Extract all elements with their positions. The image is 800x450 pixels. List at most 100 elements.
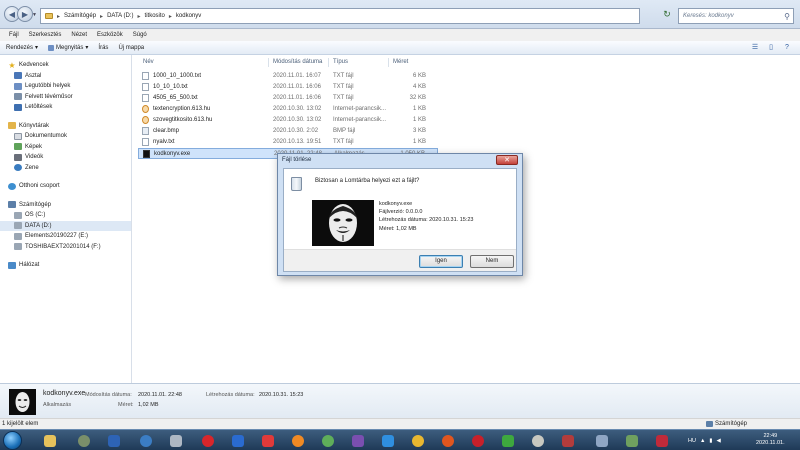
clock-time: 22:49 — [763, 433, 778, 439]
file-row[interactable]: textencryption.613.hu 2020.10.30. 13:02 … — [138, 104, 438, 115]
breadcrumb-separator-icon[interactable]: ▸ — [169, 13, 172, 20]
menu-view[interactable]: Nézet — [66, 29, 92, 41]
column-divider[interactable] — [328, 58, 329, 67]
close-button[interactable]: ✕ — [496, 155, 518, 165]
volume-icon[interactable]: ◀ — [716, 438, 720, 444]
breadcrumb-separator-icon[interactable]: ▸ — [100, 13, 103, 20]
nav-drive-d[interactable]: DATA (D:) — [0, 220, 131, 231]
app7-icon — [596, 434, 608, 447]
yes-button[interactable]: Igen — [419, 255, 463, 268]
new-folder-button[interactable]: Új mappa — [118, 45, 144, 51]
nav-drive-c[interactable]: OS (C:) — [0, 210, 131, 221]
app5-taskbar-button[interactable] — [526, 432, 550, 449]
mc-taskbar-button[interactable] — [226, 432, 250, 449]
nav-pictures[interactable]: Képek — [0, 142, 131, 153]
nav-drive-d-label: DATA (D:) — [25, 222, 52, 229]
app2-taskbar-button[interactable] — [316, 432, 340, 449]
nav-drive-e[interactable]: Elements20190227 (E:) — [0, 231, 131, 242]
burn-button[interactable]: Írás — [98, 45, 108, 51]
chrome-icon — [412, 434, 424, 447]
explorer-taskbar-button[interactable] — [38, 432, 62, 449]
column-type[interactable]: Típus — [333, 59, 348, 65]
media-taskbar-button[interactable] — [72, 432, 96, 449]
file-row[interactable]: 10_10_10.txt 2020.11.01. 16:06 TXT fájl … — [138, 82, 438, 93]
nav-videos[interactable]: Videók — [0, 152, 131, 163]
nav-libraries[interactable]: Könyvtárak — [0, 121, 131, 132]
details-size-value: 1,02 MB — [138, 402, 159, 408]
nav-recent-places[interactable]: Legutóbbi helyek — [0, 81, 131, 92]
file-row[interactable]: clear.bmp 2020.10.30. 2:02 BMP fájl 3 KB — [138, 126, 438, 137]
breadcrumb-drive[interactable]: DATA (D:) — [107, 13, 133, 19]
details-created-label: Létrehozás dátuma: — [206, 392, 255, 398]
nav-documents[interactable]: Dokumentumok — [0, 131, 131, 142]
no-button[interactable]: Nem — [470, 255, 514, 268]
app7-taskbar-button[interactable] — [590, 432, 614, 449]
app6-taskbar-button[interactable] — [556, 432, 580, 449]
view-options-icon[interactable]: ☰ — [750, 43, 760, 52]
column-name[interactable]: Név — [143, 59, 154, 65]
menu-file[interactable]: Fájl — [4, 29, 24, 41]
file-type: TXT fájl — [333, 95, 354, 101]
nav-music[interactable]: Zene — [0, 163, 131, 174]
opera2-taskbar-button[interactable] — [466, 432, 490, 449]
preview-pane-icon[interactable]: ▯ — [766, 43, 776, 52]
menu-help[interactable]: Súgó — [128, 29, 152, 41]
column-divider[interactable] — [268, 58, 269, 67]
column-divider[interactable] — [388, 58, 389, 67]
vs-taskbar-button[interactable] — [346, 432, 370, 449]
drive-icon — [14, 222, 22, 230]
file-row[interactable]: 1000_10_1000.txt 2020.11.01. 16:07 TXT f… — [138, 71, 438, 82]
breadcrumb-separator-icon[interactable]: ▸ — [57, 13, 60, 20]
column-modified[interactable]: Módosítás dátuma — [273, 59, 322, 65]
selection-count: 1 kijelölt elem — [2, 421, 39, 427]
address-field[interactable]: ▸ Számítógép ▸ DATA (D:) ▸ titkosito ▸ k… — [40, 8, 640, 24]
file-row[interactable]: 4505_65_500.txt 2020.11.01. 16:06 TXT fá… — [138, 93, 438, 104]
search-placeholder: Keresés: kodkonyv — [683, 13, 734, 19]
start-button[interactable] — [3, 431, 22, 450]
text-file-icon — [142, 72, 149, 80]
help-icon[interactable]: ? — [782, 43, 792, 52]
calculator-taskbar-button[interactable] — [164, 432, 188, 449]
refresh-icon[interactable]: ↻ — [660, 9, 674, 23]
firefox-taskbar-button[interactable] — [286, 432, 310, 449]
menu-edit[interactable]: Szerkesztés — [24, 29, 67, 41]
app4-taskbar-button[interactable] — [436, 432, 460, 449]
breadcrumb-folder[interactable]: titkosito — [145, 13, 165, 19]
open-button[interactable]: Megnyitás ▾ — [48, 44, 88, 51]
app3-taskbar-button[interactable] — [376, 432, 400, 449]
search-input[interactable]: Keresés: kodkonyv ⚲ — [678, 8, 794, 24]
file-row[interactable]: szovegtitkosito.613.hu 2020.10.30. 13:02… — [138, 115, 438, 126]
menu-tools[interactable]: Eszközök — [92, 29, 128, 41]
nav-network[interactable]: Hálózat — [0, 260, 131, 271]
history-dropdown-icon[interactable]: ▼ — [32, 12, 37, 18]
utorrent-icon — [502, 434, 514, 447]
nav-computer[interactable]: Számítógép — [0, 200, 131, 211]
app8-taskbar-button[interactable] — [620, 432, 644, 449]
bluetooth-taskbar-button[interactable] — [102, 432, 126, 449]
forward-button[interactable]: ▶ — [17, 6, 33, 22]
column-size[interactable]: Méret — [393, 59, 408, 65]
app-taskbar-button[interactable] — [134, 432, 158, 449]
chrome-taskbar-button[interactable] — [406, 432, 430, 449]
clock[interactable]: 22:49 2020.11.01. — [756, 433, 785, 447]
language-indicator[interactable]: HU — [688, 438, 696, 444]
app9-taskbar-button[interactable] — [650, 432, 674, 449]
organize-button[interactable]: Rendezés ▾ — [6, 44, 38, 52]
utorrent-taskbar-button[interactable] — [496, 432, 520, 449]
nav-recorded-tv[interactable]: Felvett tévéműsor — [0, 92, 131, 103]
file-row[interactable]: nyalv.txt 2020.10.13. 19:51 TXT fájl 1 K… — [138, 137, 438, 148]
nav-drive-f[interactable]: TOSHIBAEXT20201014 (F:) — [0, 242, 131, 253]
breadcrumb-current[interactable]: kodkonyv — [176, 13, 201, 19]
opera-taskbar-button[interactable] — [196, 432, 220, 449]
network-icon[interactable]: ▮ — [709, 438, 712, 444]
nav-downloads[interactable]: Letöltések — [0, 102, 131, 113]
app-icon — [140, 434, 152, 447]
app5-icon — [532, 434, 544, 447]
breadcrumb-separator-icon[interactable]: ▸ — [138, 13, 141, 20]
tray-expand-icon[interactable]: ▲ — [700, 438, 705, 444]
breadcrumb-computer[interactable]: Számítógép — [64, 13, 96, 19]
nav-desktop[interactable]: Asztal — [0, 71, 131, 82]
nav-homegroup[interactable]: Otthoni csoport — [0, 181, 131, 192]
vivaldi-taskbar-button[interactable] — [256, 432, 280, 449]
nav-favorites[interactable]: ★ Kedvencek — [0, 60, 131, 71]
